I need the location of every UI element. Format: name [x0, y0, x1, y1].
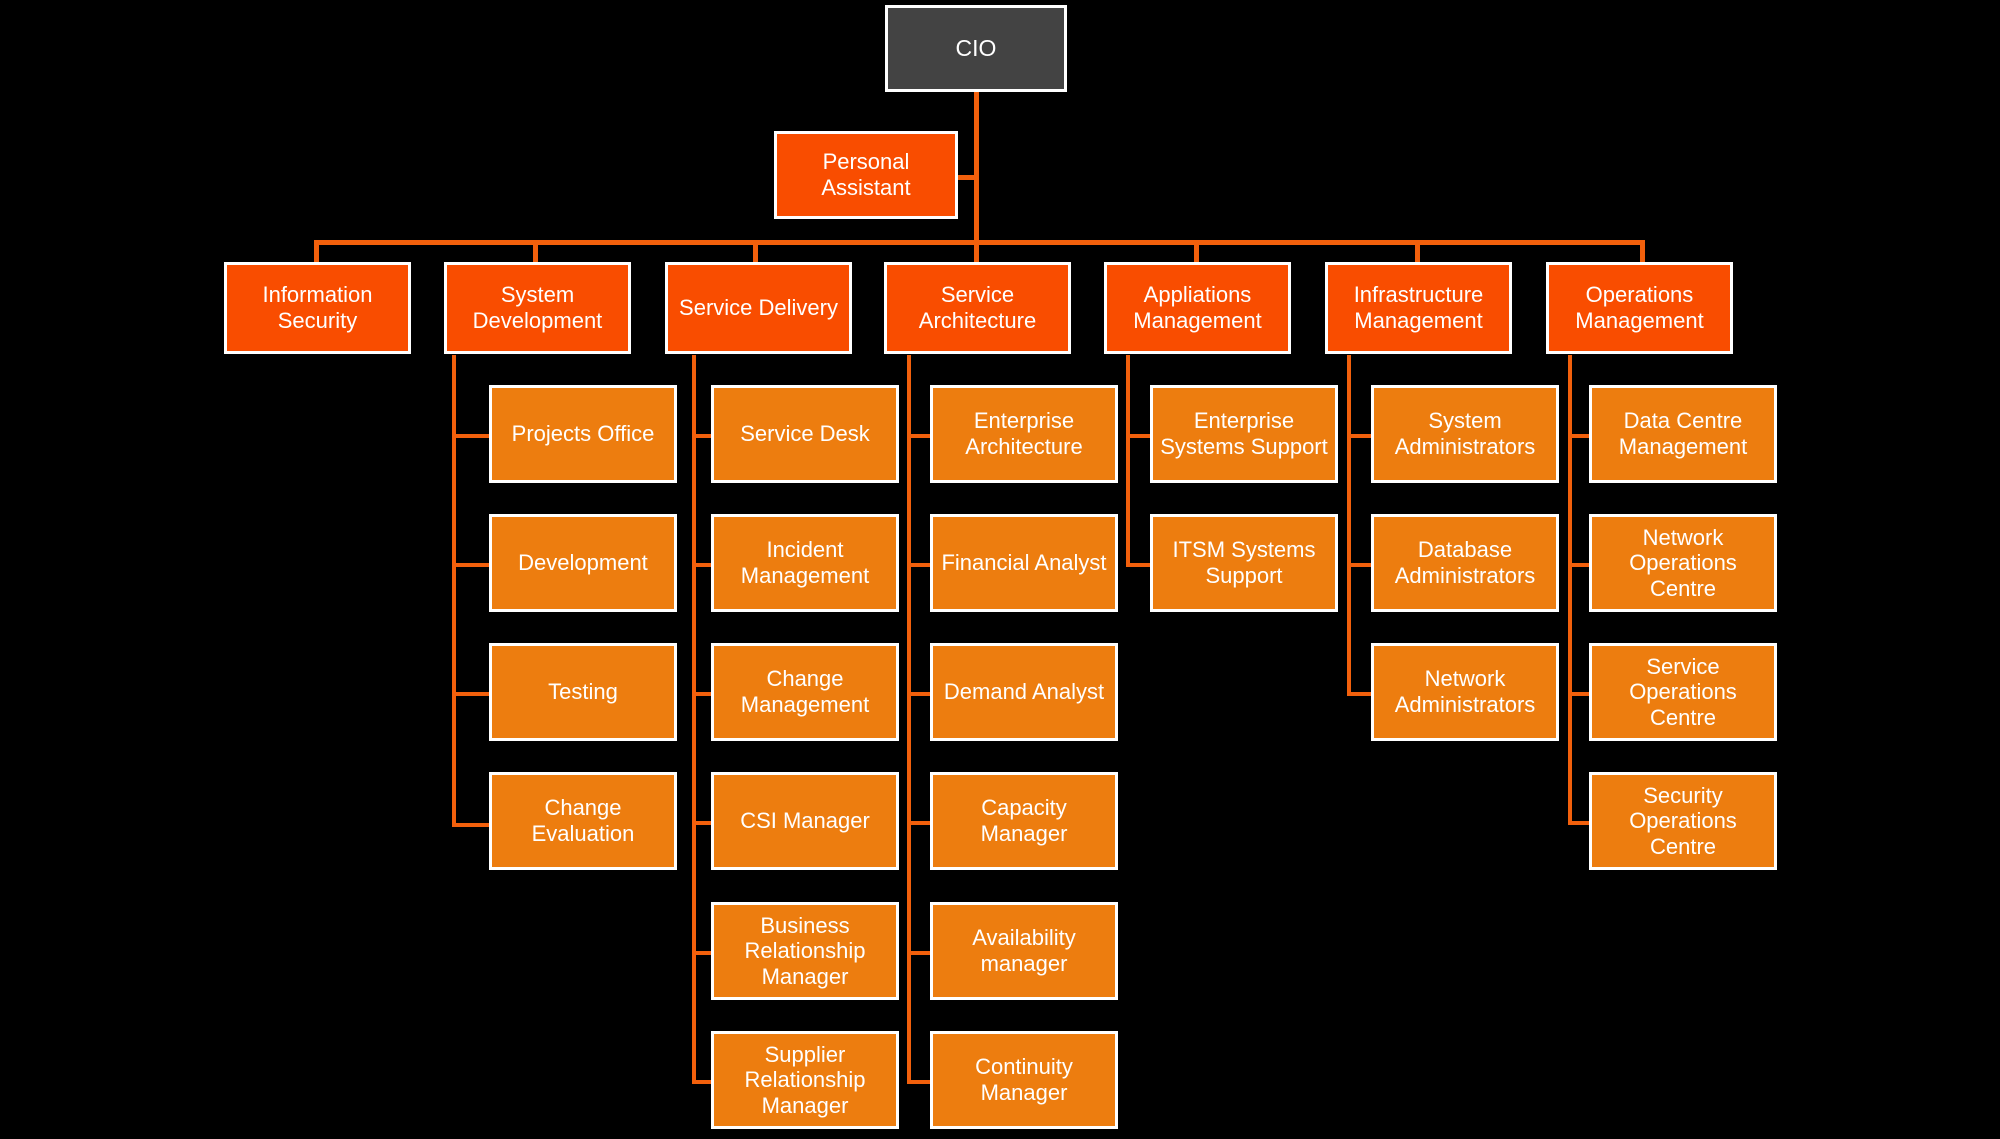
node-infrastructure-management[interactable]: Infrastructure Management	[1325, 262, 1512, 354]
node-itsm-systems-support[interactable]: ITSM Systems Support	[1150, 514, 1338, 612]
node-business-relationship-manager[interactable]: Business Relationship Manager	[711, 902, 899, 1000]
connector-rung-continuity-manager	[907, 1080, 931, 1084]
node-system-development[interactable]: System Development	[444, 262, 631, 354]
node-availability-manager[interactable]: Availability manager	[930, 902, 1118, 1000]
connector-drop-service-delivery	[753, 240, 758, 262]
connector-rung-database-administrators	[1347, 563, 1372, 567]
node-data-centre-management[interactable]: Data Centre Management	[1589, 385, 1777, 483]
node-enterprise-architecture[interactable]: Enterprise Architecture	[930, 385, 1118, 483]
node-capacity-manager[interactable]: Capacity Manager	[930, 772, 1118, 870]
connector-drop-operations-management	[1640, 240, 1645, 262]
connector-spine-operations-management	[1568, 355, 1572, 825]
connector-rung-enterprise-systems-support	[1126, 434, 1151, 438]
connector-rung-enterprise-architecture	[907, 434, 931, 438]
connector-rung-capacity-manager	[907, 821, 931, 825]
node-change-management[interactable]: Change Management	[711, 643, 899, 741]
connector-rung-itsm-systems-support	[1126, 563, 1151, 567]
connector-rung-data-centre-management	[1568, 434, 1590, 438]
node-demand-analyst[interactable]: Demand Analyst	[930, 643, 1118, 741]
connector-rung-network-administrators	[1347, 692, 1372, 696]
node-enterprise-systems-support[interactable]: Enterprise Systems Support	[1150, 385, 1338, 483]
node-service-architecture[interactable]: Service Architecture	[884, 262, 1071, 354]
connector-rung-change-evaluation	[452, 823, 492, 827]
connector-rung-demand-analyst	[907, 692, 931, 696]
connector-drop-applications-management	[1194, 240, 1199, 262]
connector-cio-stem	[974, 90, 979, 242]
node-csi-manager[interactable]: CSI Manager	[711, 772, 899, 870]
connector-rung-service-operations-centre	[1568, 692, 1590, 696]
node-service-desk[interactable]: Service Desk	[711, 385, 899, 483]
node-database-administrators[interactable]: Database Administrators	[1371, 514, 1559, 612]
connector-spine-service-delivery	[692, 355, 696, 1083]
node-network-administrators[interactable]: Network Administrators	[1371, 643, 1559, 741]
node-service-operations-centre[interactable]: Service Operations Centre	[1589, 643, 1777, 741]
connector-drop-service-architecture	[974, 240, 979, 262]
connector-rung-financial-analyst	[907, 563, 931, 567]
connector-rung-system-administrators	[1347, 434, 1372, 438]
node-network-operations-centre[interactable]: Network Operations Centre	[1589, 514, 1777, 612]
connector-rung-security-operations-centre	[1568, 821, 1590, 825]
node-testing[interactable]: Testing	[489, 643, 677, 741]
node-security-operations-centre[interactable]: Security Operations Centre	[1589, 772, 1777, 870]
node-system-administrators[interactable]: System Administrators	[1371, 385, 1559, 483]
connector-spine-infrastructure-management	[1347, 355, 1351, 695]
connector-rung-testing	[452, 692, 492, 696]
node-cio[interactable]: CIO	[885, 5, 1067, 92]
node-continuity-manager[interactable]: Continuity Manager	[930, 1031, 1118, 1129]
org-chart-canvas: CIO Personal Assistant Information Secur…	[0, 0, 2000, 1139]
node-change-evaluation[interactable]: Change Evaluation	[489, 772, 677, 870]
connector-rung-availability-manager	[907, 951, 931, 955]
connector-drop-infrastructure-management	[1415, 240, 1420, 262]
node-financial-analyst[interactable]: Financial Analyst	[930, 514, 1118, 612]
connector-drop-system-development	[533, 240, 538, 262]
node-personal-assistant[interactable]: Personal Assistant	[774, 131, 958, 219]
node-supplier-relationship-manager[interactable]: Supplier Relationship Manager	[711, 1031, 899, 1129]
node-projects-office[interactable]: Projects Office	[489, 385, 677, 483]
node-applications-management[interactable]: Appliations Management	[1104, 262, 1291, 354]
node-information-security[interactable]: Information Security	[224, 262, 411, 354]
connector-drop-information-security	[314, 240, 319, 262]
connector-pa-branch	[957, 175, 977, 180]
connector-spine-service-architecture	[907, 355, 911, 1083]
node-operations-management[interactable]: Operations Management	[1546, 262, 1733, 354]
connector-spine-system-development	[452, 355, 456, 827]
connector-rung-development	[452, 563, 492, 567]
connector-rung-network-operations-centre	[1568, 563, 1590, 567]
connector-rung-projects-office	[452, 434, 492, 438]
node-service-delivery[interactable]: Service Delivery	[665, 262, 852, 354]
node-development[interactable]: Development	[489, 514, 677, 612]
connector-spine-applications-management	[1126, 355, 1130, 567]
node-incident-management[interactable]: Incident Management	[711, 514, 899, 612]
